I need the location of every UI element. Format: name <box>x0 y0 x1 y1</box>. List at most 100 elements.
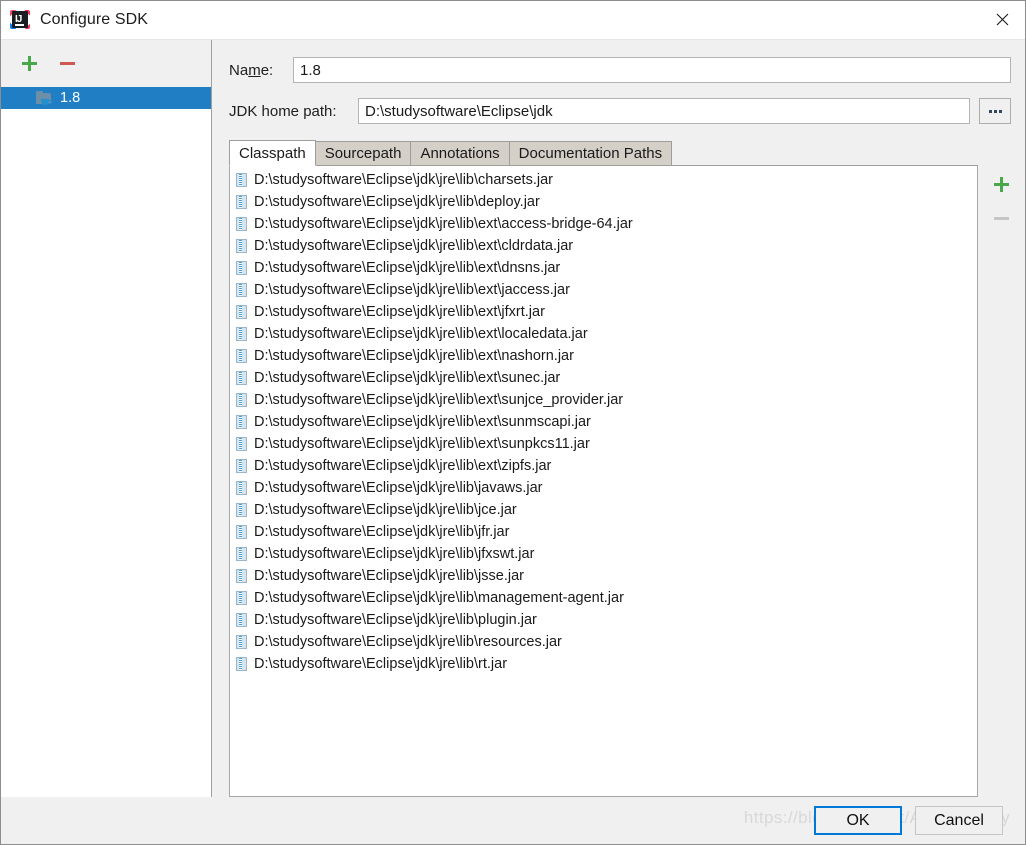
tab-classpath[interactable]: Classpath <box>229 140 316 166</box>
classpath-list-item[interactable]: D:\studysoftware\Eclipse\jdk\jre\lib\rt.… <box>230 653 977 675</box>
classpath-list-item[interactable]: D:\studysoftware\Eclipse\jdk\jre\lib\jss… <box>230 565 977 587</box>
jar-file-icon <box>236 393 247 407</box>
classpath-list-item[interactable]: D:\studysoftware\Eclipse\jdk\jre\lib\cha… <box>230 169 977 191</box>
classpath-list-item-label: D:\studysoftware\Eclipse\jdk\jre\lib\ext… <box>254 281 570 298</box>
ok-button[interactable]: OK <box>814 806 902 835</box>
sdk-list-item-label: 1.8 <box>60 89 81 106</box>
classpath-list-item[interactable]: D:\studysoftware\Eclipse\jdk\jre\lib\ext… <box>230 279 977 301</box>
paths-tab-bar: Classpath Sourcepath Annotations Documen… <box>229 139 1025 166</box>
classpath-list-item[interactable]: D:\studysoftware\Eclipse\jdk\jre\lib\ext… <box>230 455 977 477</box>
jar-file-icon <box>236 261 247 275</box>
classpath-list-item-label: D:\studysoftware\Eclipse\jdk\jre\lib\ext… <box>254 237 574 254</box>
sdk-list[interactable]: 1.8 <box>1 86 211 797</box>
classpath-list-item-label: D:\studysoftware\Eclipse\jdk\jre\lib\ext… <box>254 413 591 430</box>
classpath-list-item[interactable]: D:\studysoftware\Eclipse\jdk\jre\lib\ext… <box>230 235 977 257</box>
sdk-sidebar: 1.8 <box>1 40 212 797</box>
classpath-list-item-label: D:\studysoftware\Eclipse\jdk\jre\lib\cha… <box>254 171 553 188</box>
jar-file-icon <box>236 525 247 539</box>
ellipsis-icon-dot <box>993 109 997 113</box>
jar-file-icon <box>236 305 247 319</box>
classpath-list-item-label: D:\studysoftware\Eclipse\jdk\jre\lib\ext… <box>254 435 590 452</box>
classpath-list-item[interactable]: D:\studysoftware\Eclipse\jdk\jre\lib\ext… <box>230 367 977 389</box>
classpath-area: D:\studysoftware\Eclipse\jdk\jre\lib\cha… <box>229 165 1025 797</box>
jar-file-icon <box>236 657 247 671</box>
classpath-list-item-label: D:\studysoftware\Eclipse\jdk\jre\lib\res… <box>254 633 562 650</box>
classpath-list-item-label: D:\studysoftware\Eclipse\jdk\jre\lib\ext… <box>254 347 574 364</box>
remove-classpath-entry-icon <box>993 210 1010 227</box>
classpath-list-item-label: D:\studysoftware\Eclipse\jdk\jre\lib\jfr… <box>254 523 510 540</box>
jar-file-icon <box>236 283 247 297</box>
classpath-list-item[interactable]: D:\studysoftware\Eclipse\jdk\jre\lib\ext… <box>230 411 977 433</box>
tab-documentation-paths[interactable]: Documentation Paths <box>508 141 673 165</box>
jar-file-icon <box>236 239 247 253</box>
browse-jdk-home-button[interactable] <box>979 98 1011 124</box>
classpath-list-item-label: D:\studysoftware\Eclipse\jdk\jre\lib\ext… <box>254 325 588 342</box>
ellipsis-icon-dot <box>998 109 1002 113</box>
title-bar: IJ Configure SDK <box>1 1 1025 40</box>
sdk-sidebar-toolbar <box>1 49 211 77</box>
tab-annotations[interactable]: Annotations <box>410 141 510 165</box>
classpath-list-item[interactable]: D:\studysoftware\Eclipse\jdk\jre\lib\jfr… <box>230 521 977 543</box>
classpath-list-item-label: D:\studysoftware\Eclipse\jdk\jre\lib\jce… <box>254 501 517 518</box>
sdk-detail-pane: Name: JDK home path: Classpath Sourcepat… <box>212 40 1025 797</box>
classpath-list-item-label: D:\studysoftware\Eclipse\jdk\jre\lib\ext… <box>254 259 561 276</box>
name-label: Name: <box>229 61 274 79</box>
classpath-list-item[interactable]: D:\studysoftware\Eclipse\jdk\jre\lib\man… <box>230 587 977 609</box>
classpath-list[interactable]: D:\studysoftware\Eclipse\jdk\jre\lib\cha… <box>229 165 978 797</box>
jar-file-icon <box>236 459 247 473</box>
remove-sdk-icon[interactable] <box>59 55 76 72</box>
jar-file-icon <box>236 635 247 649</box>
classpath-list-item[interactable]: D:\studysoftware\Eclipse\jdk\jre\lib\ext… <box>230 301 977 323</box>
jar-file-icon <box>236 547 247 561</box>
add-sdk-icon[interactable] <box>21 55 38 72</box>
classpath-list-item[interactable]: D:\studysoftware\Eclipse\jdk\jre\lib\ext… <box>230 213 977 235</box>
jar-file-icon <box>236 569 247 583</box>
jdk-folder-icon <box>36 90 53 106</box>
classpath-list-item[interactable]: D:\studysoftware\Eclipse\jdk\jre\lib\jfx… <box>230 543 977 565</box>
window-title: Configure SDK <box>40 11 149 28</box>
jar-file-icon <box>236 613 247 627</box>
classpath-list-item-label: D:\studysoftware\Eclipse\jdk\jre\lib\plu… <box>254 611 537 628</box>
jar-file-icon <box>236 591 247 605</box>
classpath-list-item[interactable]: D:\studysoftware\Eclipse\jdk\jre\lib\ext… <box>230 345 977 367</box>
dialog-content: 1.8 Name: JDK home path: Classpath <box>1 40 1025 797</box>
jar-file-icon <box>236 415 247 429</box>
classpath-toolbar <box>978 165 1025 797</box>
classpath-list-item-label: D:\studysoftware\Eclipse\jdk\jre\lib\ext… <box>254 369 561 386</box>
classpath-list-item-label: D:\studysoftware\Eclipse\jdk\jre\lib\jav… <box>254 479 543 496</box>
jar-file-icon <box>236 173 247 187</box>
sdk-list-item-1-8[interactable]: 1.8 <box>1 87 211 109</box>
classpath-list-item[interactable]: D:\studysoftware\Eclipse\jdk\jre\lib\res… <box>230 631 977 653</box>
jar-file-icon <box>236 481 247 495</box>
classpath-list-item[interactable]: D:\studysoftware\Eclipse\jdk\jre\lib\jce… <box>230 499 977 521</box>
jar-file-icon <box>236 437 247 451</box>
close-button[interactable] <box>979 1 1025 38</box>
configure-sdk-dialog: IJ Configure SDK 1.8 Name: 1.8 JDK home … <box>0 0 1026 845</box>
classpath-list-item-label: D:\studysoftware\Eclipse\jdk\jre\lib\ext… <box>254 457 552 474</box>
classpath-list-item-label: D:\studysoftware\Eclipse\jdk\jre\lib\jfx… <box>254 545 535 562</box>
close-icon <box>996 13 1008 26</box>
classpath-list-item[interactable]: D:\studysoftware\Eclipse\jdk\jre\lib\ext… <box>230 433 977 455</box>
classpath-list-item[interactable]: D:\studysoftware\Eclipse\jdk\jre\lib\ext… <box>230 323 977 345</box>
jar-file-icon <box>236 195 247 209</box>
classpath-list-item[interactable]: D:\studysoftware\Eclipse\jdk\jre\lib\ext… <box>230 389 977 411</box>
add-classpath-entry-icon[interactable] <box>993 176 1010 193</box>
jar-file-icon <box>236 349 247 363</box>
cancel-button[interactable]: Cancel <box>915 806 1003 835</box>
jar-file-icon <box>236 327 247 341</box>
jdk-home-path-row: JDK home path: <box>212 98 1025 124</box>
jdk-home-path-input[interactable] <box>358 98 970 124</box>
classpath-list-item[interactable]: D:\studysoftware\Eclipse\jdk\jre\lib\plu… <box>230 609 977 631</box>
classpath-list-item[interactable]: D:\studysoftware\Eclipse\jdk\jre\lib\jav… <box>230 477 977 499</box>
classpath-list-item-label: D:\studysoftware\Eclipse\jdk\jre\lib\ext… <box>254 391 624 408</box>
classpath-list-item[interactable]: D:\studysoftware\Eclipse\jdk\jre\lib\dep… <box>230 191 977 213</box>
jar-file-icon <box>236 217 247 231</box>
tab-sourcepath[interactable]: Sourcepath <box>314 141 412 165</box>
intellij-idea-icon: IJ <box>10 10 30 30</box>
name-field-row: Name: <box>212 57 1025 83</box>
name-input[interactable] <box>293 57 1011 83</box>
dialog-footer: https://blog.csdn.net/A_Td_daddy OK Canc… <box>1 797 1025 844</box>
classpath-list-item-label: D:\studysoftware\Eclipse\jdk\jre\lib\ext… <box>254 215 633 232</box>
classpath-list-item[interactable]: D:\studysoftware\Eclipse\jdk\jre\lib\ext… <box>230 257 977 279</box>
jar-file-icon <box>236 371 247 385</box>
